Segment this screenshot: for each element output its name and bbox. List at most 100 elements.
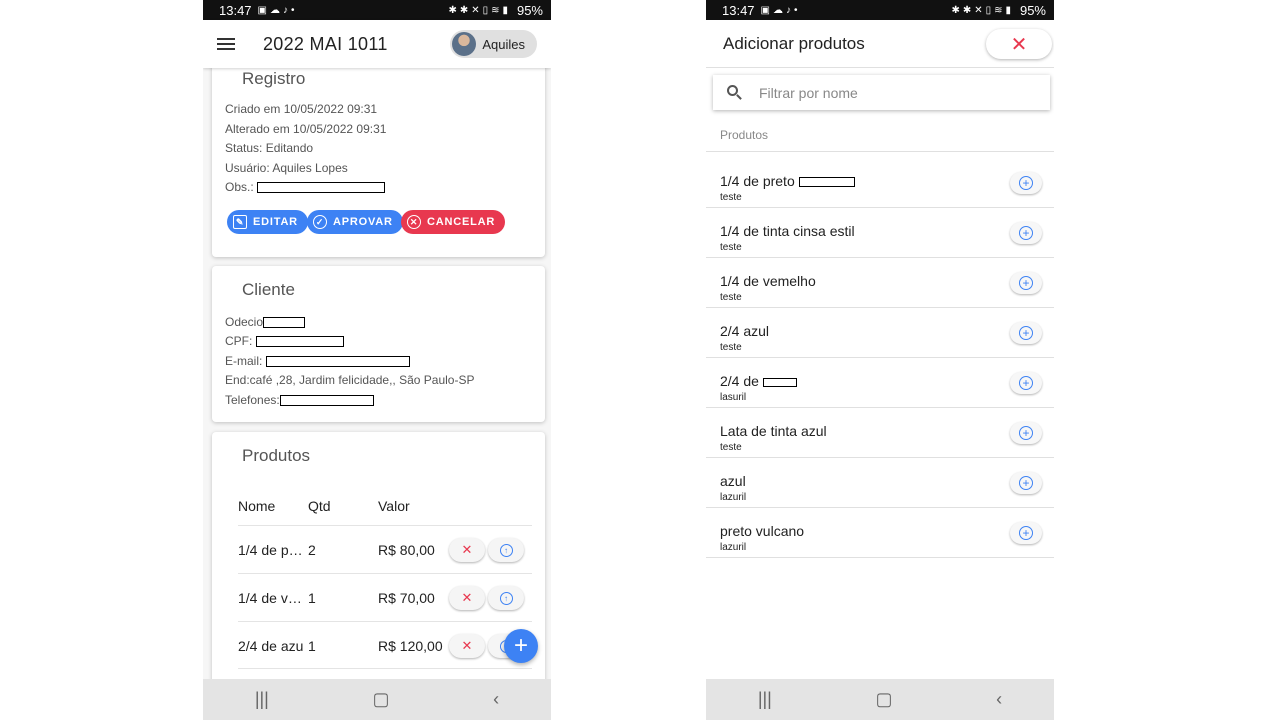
row-name: 2/4 de azul xyxy=(238,638,304,654)
row-qty: 2 xyxy=(308,542,316,558)
add-item-button[interactable]: + xyxy=(1010,422,1042,444)
status-text: Status: Editando xyxy=(225,141,314,155)
redacted-field xyxy=(257,182,386,194)
page-title: 2022 MAI 1011 xyxy=(263,33,388,54)
column-header-name: Nome xyxy=(238,498,276,514)
add-item-button[interactable]: + xyxy=(1010,522,1042,544)
edit-icon: ✎ xyxy=(233,215,247,229)
user-chip[interactable]: Aquiles xyxy=(450,30,537,58)
item-name: azul xyxy=(720,473,746,489)
move-button[interactable]: ↑ xyxy=(488,538,524,562)
row-qty: 1 xyxy=(308,590,316,606)
back-icon[interactable]: ‹ xyxy=(493,689,499,710)
cancel-circle-icon: ✕ xyxy=(407,215,421,229)
plus-circle-icon: + xyxy=(1019,326,1033,340)
add-item-button[interactable]: + xyxy=(1010,322,1042,344)
row-value: R$ 80,00 xyxy=(378,542,435,558)
search-box xyxy=(713,75,1050,110)
list-item[interactable]: azul lazuril + xyxy=(706,458,1054,508)
list-item[interactable]: 1/4 de preto teste + xyxy=(706,158,1054,208)
item-name: 1/4 de tinta cinsa estil xyxy=(720,223,855,239)
plus-circle-icon: + xyxy=(1019,226,1033,240)
cpf-line: CPF: xyxy=(225,334,344,348)
add-product-fab[interactable]: + xyxy=(504,629,538,663)
close-icon: ✕ xyxy=(1010,33,1028,56)
email-label: E-mail: xyxy=(225,354,263,368)
close-button[interactable]: ✕ xyxy=(986,29,1052,59)
add-item-button[interactable]: + xyxy=(1010,272,1042,294)
plus-circle-icon: + xyxy=(1019,276,1033,290)
avatar xyxy=(452,32,477,56)
item-subtitle: teste xyxy=(720,342,742,353)
add-item-button[interactable]: + xyxy=(1010,222,1042,244)
item-name: Lata de tinta azul xyxy=(720,423,827,439)
client-name-line: Odecio xyxy=(225,315,306,329)
approve-button[interactable]: ✓ APROVAR xyxy=(307,210,403,234)
phone-screen-add-products: 13:47 ▣☁♪• ✱✱✕▯≋▮ 95% Adicionar produtos… xyxy=(706,0,1054,720)
produtos-title: Produtos xyxy=(242,446,311,465)
divider xyxy=(706,151,1054,152)
plus-circle-icon: + xyxy=(1019,376,1033,390)
recent-apps-icon[interactable]: ||| xyxy=(758,689,772,710)
system-nav-bar: ||| ▢ ‹ xyxy=(203,679,551,720)
remove-button[interactable]: ✕ xyxy=(449,586,485,610)
redacted-field xyxy=(798,177,855,188)
obs-line: Obs.: xyxy=(225,180,386,194)
produtos-card: Produtos Nome Qtd Valor 1/4 de preto 2 R… xyxy=(212,432,545,679)
item-name: 1/4 de vemelho xyxy=(720,273,816,289)
notification-icons: ▣☁♪• xyxy=(760,4,801,16)
add-item-button[interactable]: + xyxy=(1010,172,1042,194)
item-subtitle: teste xyxy=(720,192,742,203)
move-button[interactable]: ↑ xyxy=(488,586,524,610)
address-line: End:café ,28, Jardim felicidade,, São Pa… xyxy=(225,373,475,387)
table-row: 2/4 de azul 1 R$ 120,00 ✕ ↑ xyxy=(238,621,532,669)
phones-line: Telefones: xyxy=(225,393,374,407)
home-icon[interactable]: ▢ xyxy=(875,689,892,710)
add-item-button[interactable]: + xyxy=(1010,372,1042,394)
obs-label: Obs.: xyxy=(225,180,254,194)
add-item-button[interactable]: + xyxy=(1010,472,1042,494)
order-content: Registro Criado em 10/05/2022 09:31 Alte… xyxy=(203,68,551,679)
list-item[interactable]: 2/4 azul teste + xyxy=(706,308,1054,358)
battery-level: 95% xyxy=(1019,2,1046,18)
arrow-up-circle-icon: ↑ xyxy=(499,591,513,605)
row-name: 1/4 de preto xyxy=(238,542,304,558)
registro-card: Registro Criado em 10/05/2022 09:31 Alte… xyxy=(212,68,545,257)
remove-button[interactable]: ✕ xyxy=(449,634,485,658)
item-name: 2/4 de xyxy=(720,373,759,389)
status-time: 13:47 xyxy=(219,2,252,18)
system-icons: ✱✱✕▯≋▮ xyxy=(951,4,1014,16)
cliente-title: Cliente xyxy=(242,280,295,299)
menu-icon[interactable] xyxy=(217,38,235,50)
item-name-line: 1/4 de preto xyxy=(720,173,855,189)
back-icon[interactable]: ‹ xyxy=(996,689,1002,710)
item-subtitle: teste xyxy=(720,242,742,253)
close-icon: ✕ xyxy=(461,590,473,605)
app-bar: 2022 MAI 1011 Aquiles xyxy=(203,20,551,68)
list-item[interactable]: 2/4 de lasuril + xyxy=(706,358,1054,408)
remove-button[interactable]: ✕ xyxy=(449,538,485,562)
redacted-field xyxy=(265,356,410,368)
user-name: Aquiles xyxy=(482,36,525,52)
home-icon[interactable]: ▢ xyxy=(372,689,389,710)
item-name: preto vulcano xyxy=(720,523,805,539)
close-icon: ✕ xyxy=(461,638,473,653)
column-header-qty: Qtd xyxy=(308,498,331,514)
status-time: 13:47 xyxy=(722,2,755,18)
list-item[interactable]: preto vulcano lazuril + xyxy=(706,508,1054,558)
email-line: E-mail: xyxy=(225,354,410,368)
redacted-field xyxy=(762,377,797,387)
cancel-button[interactable]: ✕ CANCELAR xyxy=(401,210,506,234)
list-item[interactable]: Lata de tinta azul teste + xyxy=(706,408,1054,458)
item-subtitle: lazuril xyxy=(720,542,747,553)
plus-icon: + xyxy=(513,632,528,659)
list-item[interactable]: 1/4 de vemelho teste + xyxy=(706,258,1054,308)
recent-apps-icon[interactable]: ||| xyxy=(255,689,269,710)
search-input[interactable] xyxy=(759,84,1019,101)
list-item[interactable]: 1/4 de tinta cinsa estil teste + xyxy=(706,208,1054,258)
edit-button[interactable]: ✎ EDITAR xyxy=(227,210,308,234)
system-nav-bar: ||| ▢ ‹ xyxy=(706,679,1054,720)
close-icon: ✕ xyxy=(461,542,473,557)
item-subtitle: teste xyxy=(720,292,742,303)
item-subtitle: lasuril xyxy=(720,392,747,403)
